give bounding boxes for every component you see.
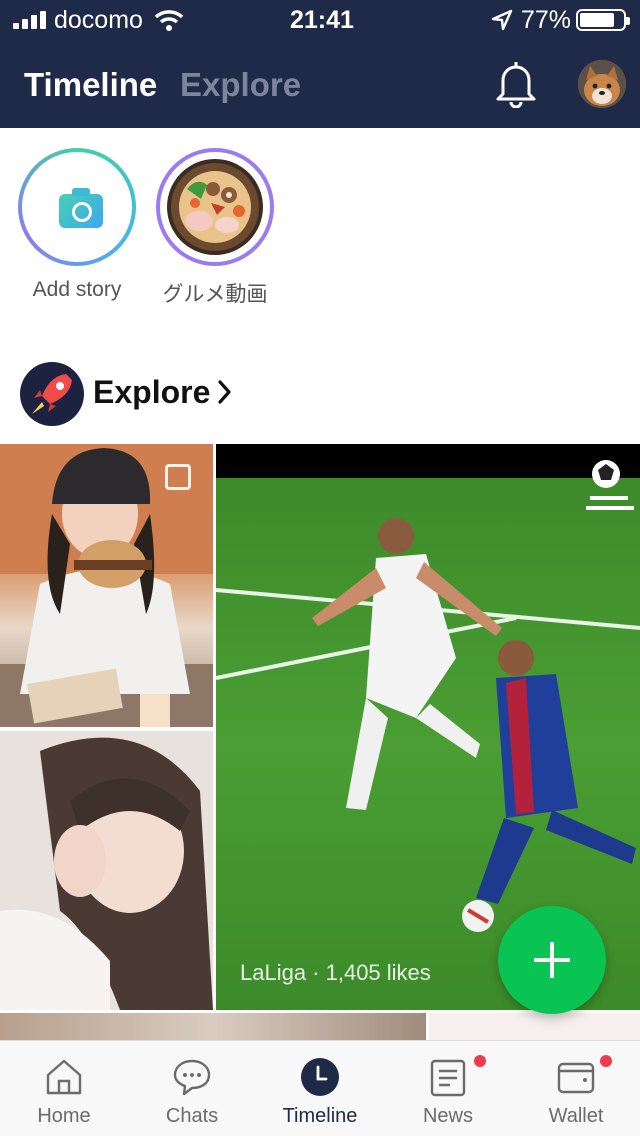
location-arrow-icon [491, 9, 513, 31]
story-gourmet-video[interactable]: グルメ動画 [156, 148, 274, 308]
story-ring [156, 148, 274, 266]
story-add[interactable]: Add story [18, 148, 136, 302]
app-header: docomo 21:41 77% Timeline Explore [0, 0, 640, 128]
signal-icon [13, 11, 47, 29]
chevron-right-icon[interactable] [214, 378, 234, 406]
clock-icon [301, 1058, 339, 1096]
tab-timeline-label: Timeline [282, 1105, 358, 1127]
home-icon [46, 1059, 82, 1095]
wallet-icon [557, 1062, 595, 1094]
explore-photo-illustration[interactable] [429, 1013, 640, 1043]
news-badge [474, 1055, 486, 1067]
rocket-icon[interactable] [20, 362, 84, 426]
battery-percent: 77% [521, 6, 572, 34]
explore-photo-burger-girl[interactable] [0, 444, 213, 727]
tab-timeline[interactable]: Timeline [24, 66, 157, 104]
tab-home-label: Home [37, 1105, 91, 1127]
bottom-tab-bar: Home Chats Timeline News Wallet [0, 1040, 640, 1136]
news-document-icon [430, 1059, 466, 1097]
carrier-name: docomo [54, 6, 143, 34]
story-ring [18, 148, 136, 266]
profile-avatar[interactable] [578, 60, 626, 108]
battery-icon [576, 9, 630, 31]
chat-bubble-icon [173, 1059, 211, 1096]
video-caption: LaLiga · 1,405 likes [240, 960, 431, 985]
explore-title[interactable]: Explore [93, 374, 210, 411]
tab-wallet[interactable]: Wallet [512, 1041, 640, 1136]
tab-home[interactable]: Home [0, 1041, 128, 1136]
wallet-badge [600, 1055, 612, 1067]
tab-chats[interactable]: Chats [128, 1041, 256, 1136]
dog-avatar-image [578, 60, 626, 108]
tab-wallet-label: Wallet [548, 1105, 604, 1127]
tab-chats-label: Chats [165, 1105, 219, 1127]
story-label-gourmet: グルメ動画 [162, 283, 268, 306]
camera-icon [59, 188, 103, 228]
tab-timeline-nav[interactable]: Timeline [256, 1041, 384, 1136]
wifi-icon [154, 10, 184, 31]
story-label-add: Add story [32, 278, 122, 301]
tab-news-label: News [422, 1105, 473, 1127]
notification-bell-icon[interactable] [494, 58, 538, 108]
status-bar: docomo 21:41 77% [0, 0, 640, 40]
explore-photo-selfie-girl[interactable] [0, 731, 213, 1010]
tab-explore[interactable]: Explore [180, 66, 301, 104]
tab-news[interactable]: News [384, 1041, 512, 1136]
status-time: 21:41 [290, 6, 354, 34]
hotpot-thumbnail [167, 159, 263, 255]
explore-photo-bare-trees[interactable] [0, 1013, 426, 1043]
multiple-photos-icon [165, 464, 191, 490]
laliga-logo-icon [586, 460, 634, 510]
add-post-button[interactable] [498, 906, 606, 1014]
